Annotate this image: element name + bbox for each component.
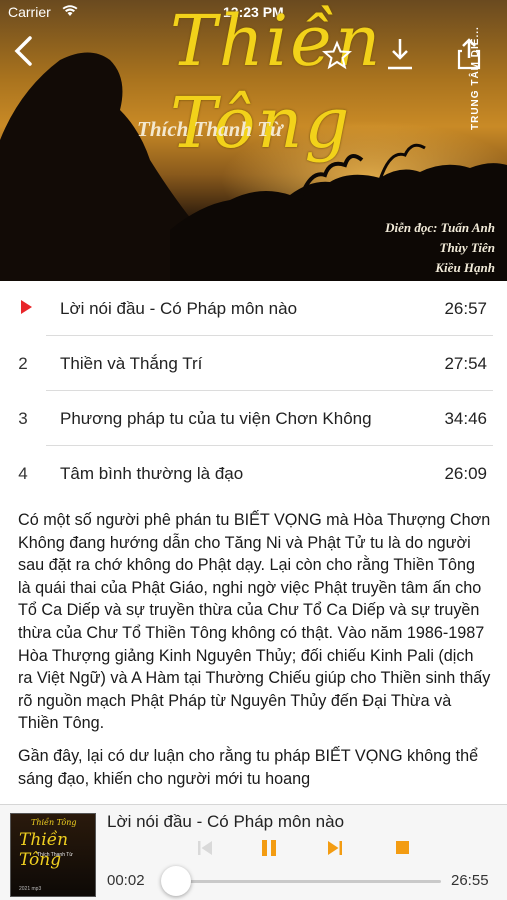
progress-slider[interactable] [163,880,441,883]
track-duration: 26:09 [444,463,487,483]
track-number: 3 [18,408,28,428]
track-title: Phương pháp tu của tu viện Chơn Không [60,408,372,428]
credit-line: Kiều Hạnh [435,260,495,275]
star-outline-icon[interactable] [321,40,353,70]
stop-icon[interactable] [391,837,415,859]
track-row[interactable]: 3 Phương pháp tu của tu viện Chơn Không … [0,391,507,446]
side-brand-text: TRUNG TÂM DIỄ... [470,26,481,130]
credit-line: Diễn đọc: Tuấn Anh [385,220,495,235]
next-track-icon[interactable] [323,837,347,859]
thumb-title-big: Thiền Tông [19,830,69,870]
track-duration: 34:46 [444,408,487,428]
narration-credits: Diễn đọc: Tuấn Anh Thùy Tiên Kiều Hạnh [385,218,495,278]
progress-knob[interactable] [161,866,192,896]
track-number: 2 [18,353,28,373]
elapsed-time: 00:02 [107,872,145,889]
track-title: Tâm bình thường là đạo [60,463,244,483]
album-cover-header: Carrier 12:23 PM Thiền Tông Thích Thanh … [0,0,507,281]
track-duration: 27:54 [444,353,487,373]
thumb-author: Thích Thanh Từ [37,852,73,858]
description-paragraph: Có một số người phê phán tu BIẾT VỌNG mà… [18,511,491,733]
back-chevron-icon[interactable] [10,34,40,68]
track-list: Lời nói đầu - Có Pháp môn nào 26:57 2 Th… [0,281,507,501]
wifi-icon [62,4,78,20]
track-row[interactable]: 4 Tâm bình thường là đạo 26:09 [0,446,507,501]
cover-author: Thích Thanh Từ [137,117,283,141]
credit-line: Thùy Tiên [439,240,496,255]
track-number [0,299,46,319]
mini-player: Thiền Tông Thiền Tông Thích Thanh Từ 202… [0,804,507,900]
carrier-label: Carrier [8,4,51,20]
track-title: Lời nói đầu - Có Pháp môn nào [60,298,298,318]
now-playing-title: Lời nói đầu - Có Pháp môn nào [107,812,345,831]
track-row[interactable]: Lời nói đầu - Có Pháp môn nào 26:57 [0,281,507,336]
track-title: Thiền và Thắng Trí [60,353,203,373]
thumb-title-small: Thiền Tông [31,818,77,827]
album-thumbnail[interactable]: Thiền Tông Thiền Tông Thích Thanh Từ 202… [10,813,96,897]
description-paragraph: Gần đây, lại có dư luận cho rằng tu pháp… [18,746,479,788]
track-number: 4 [18,463,28,483]
previous-track-icon[interactable] [193,837,217,859]
download-icon[interactable] [384,36,416,72]
share-icon[interactable] [456,38,482,70]
pause-icon[interactable] [257,837,281,859]
thumb-footer: 2021 mp3 [19,886,42,892]
playing-indicator-icon [20,299,32,314]
track-row[interactable]: 2 Thiền và Thắng Trí 27:54 [0,336,507,391]
total-time: 26:55 [451,872,489,889]
book-description: Có một số người phê phán tu BIẾT VỌNG mà… [18,509,492,804]
track-duration: 26:57 [444,298,487,318]
